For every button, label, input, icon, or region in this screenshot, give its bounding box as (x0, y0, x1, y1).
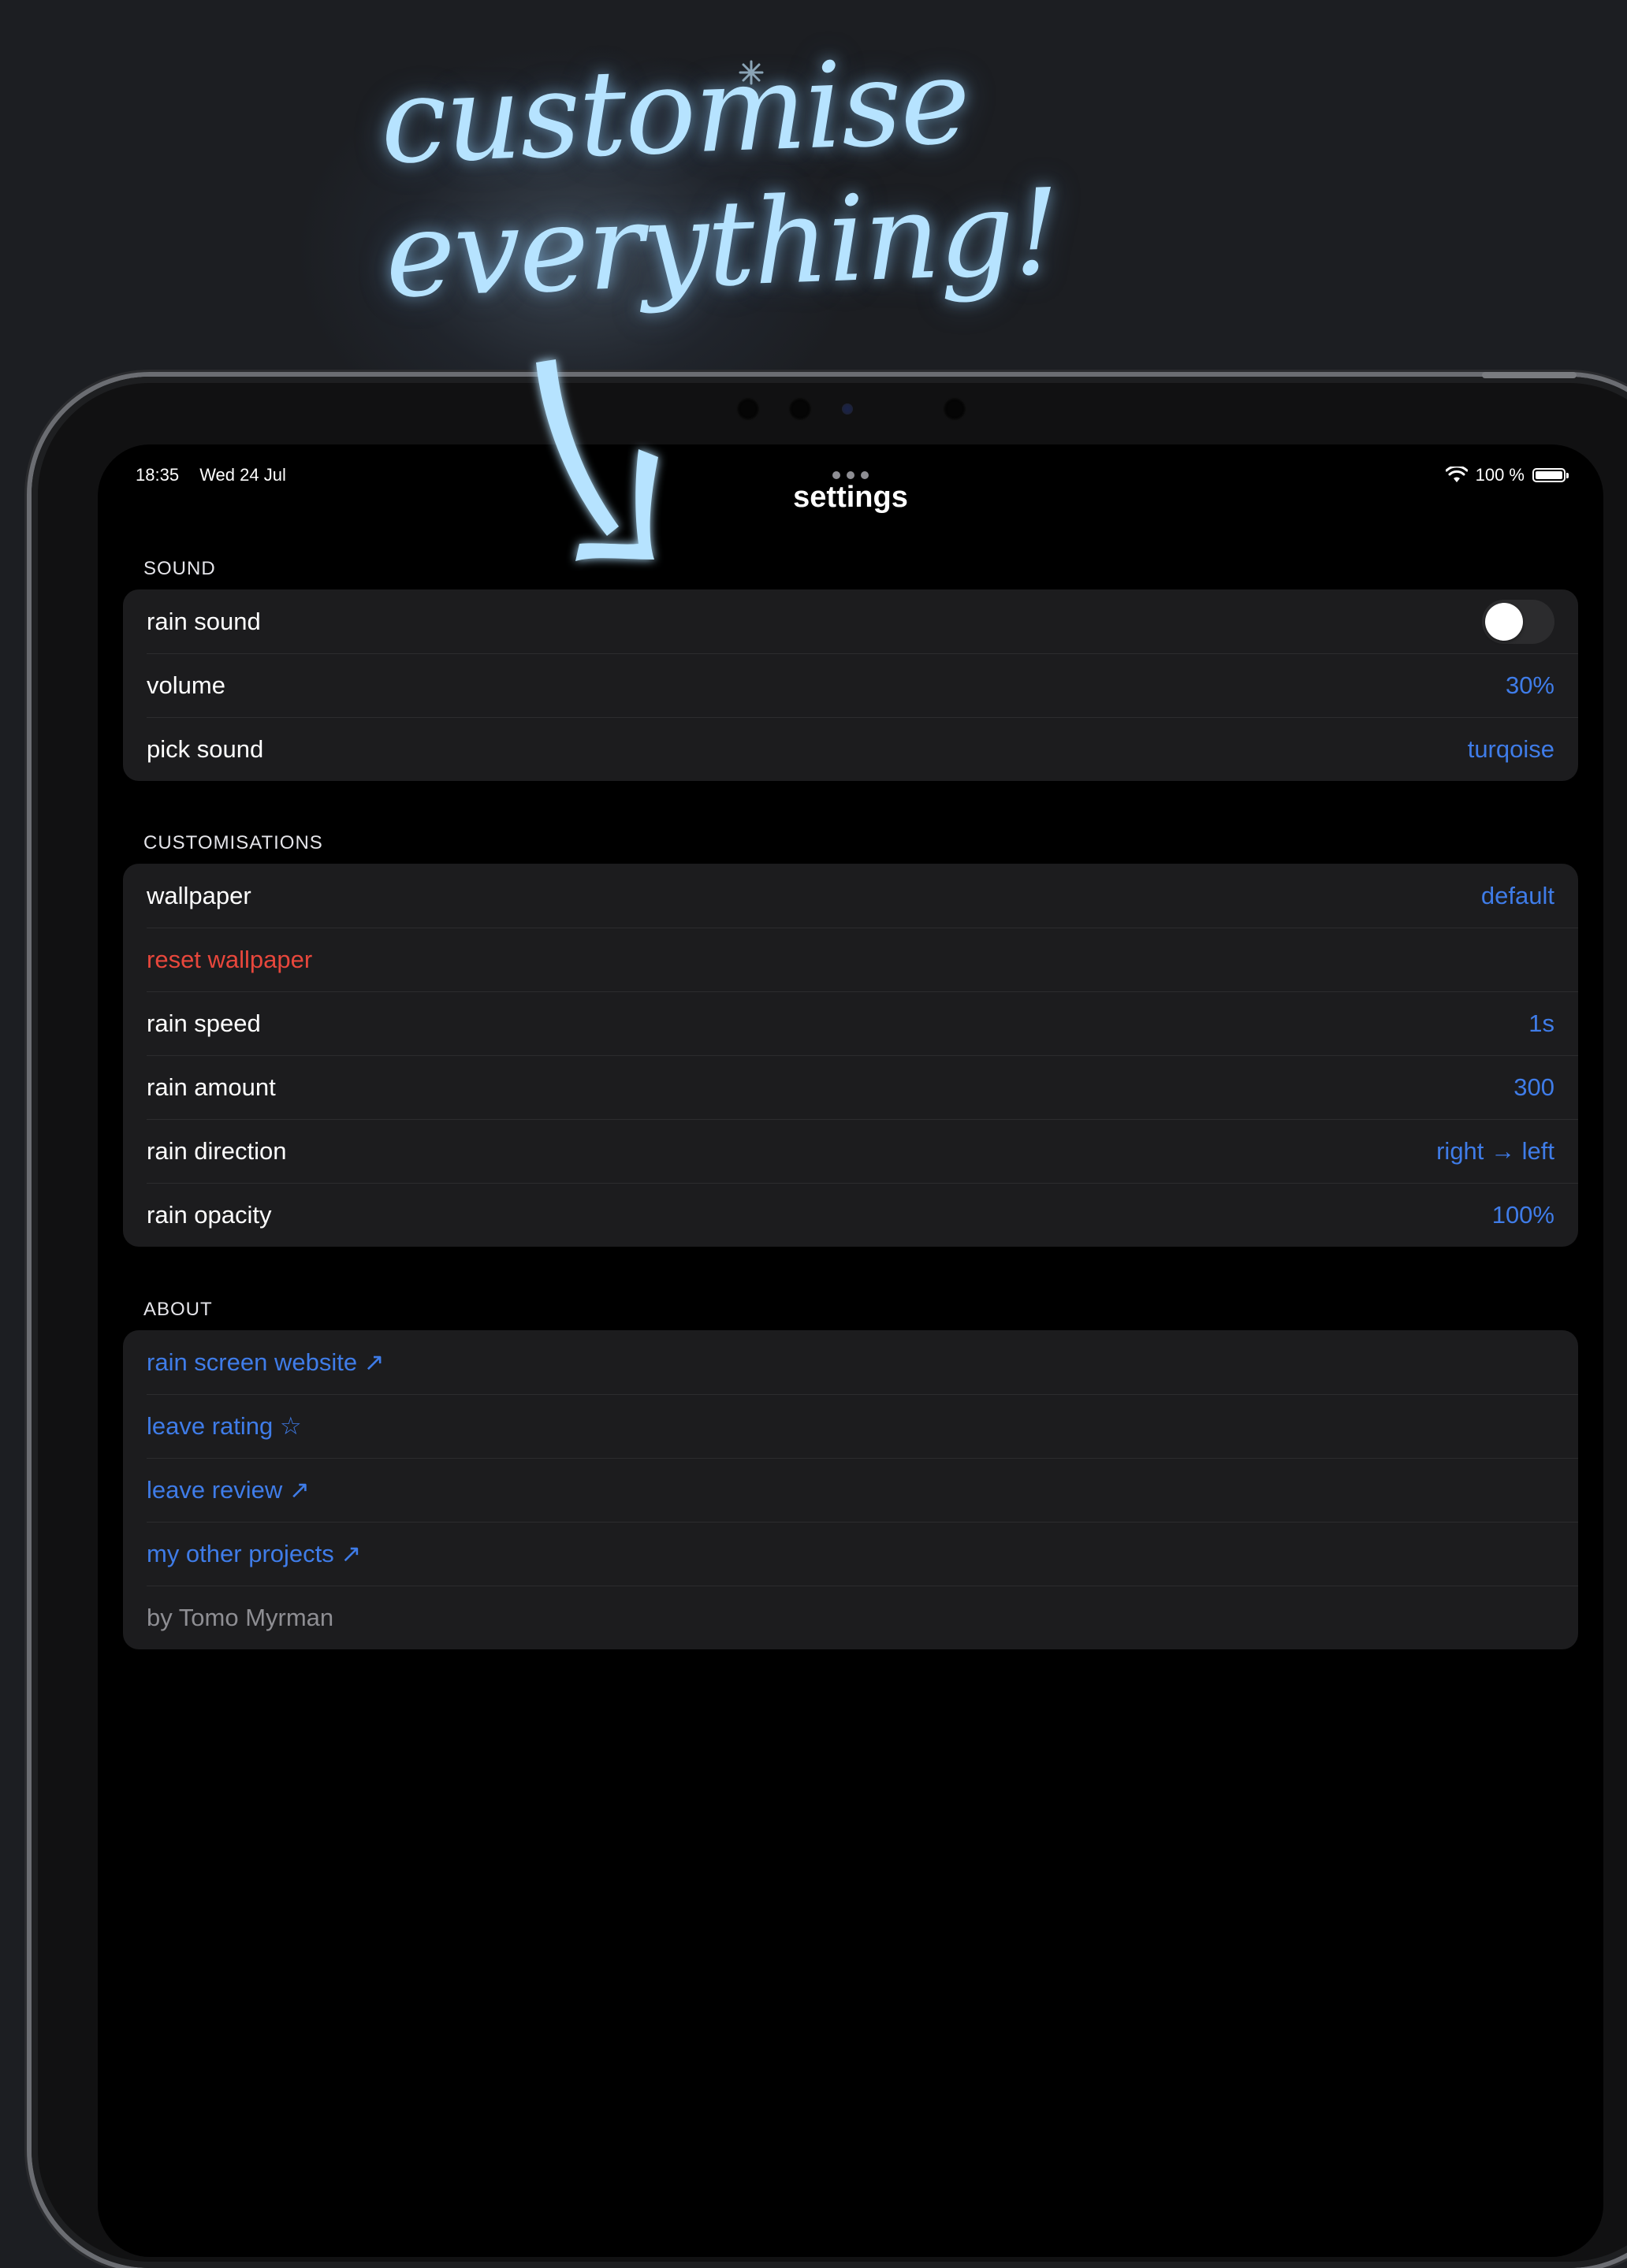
device-top-button (1482, 372, 1577, 378)
customisations-group: wallpaper default reset wallpaper rain s… (123, 864, 1578, 1247)
volume-value[interactable]: 30% (1506, 671, 1554, 700)
volume-row[interactable]: volume 30% (123, 653, 1578, 717)
rain-direction-label: rain direction (147, 1136, 287, 1165)
rain-sound-toggle[interactable] (1482, 599, 1554, 644)
rain-direction-value[interactable]: right → left (1436, 1137, 1554, 1166)
headline-line-2: everything! (382, 164, 1061, 325)
rain-amount-row[interactable]: rain amount 300 (123, 1055, 1578, 1119)
reset-wallpaper-label: reset wallpaper (147, 945, 313, 973)
section-header-sound: SOUND (143, 558, 216, 579)
other-projects-link[interactable]: my other projects ↗ (123, 1522, 1578, 1586)
author-credit: by Tomo Myrman (123, 1586, 1578, 1649)
leave-rating-link[interactable]: leave rating ☆ (123, 1394, 1578, 1458)
rain-speed-row[interactable]: rain speed 1s (123, 991, 1578, 1055)
rain-amount-label: rain amount (147, 1073, 276, 1101)
promo-headline: customise everything! (378, 32, 1061, 325)
wallpaper-value[interactable]: default (1481, 882, 1554, 910)
website-link[interactable]: rain screen website ↗ (123, 1330, 1578, 1394)
app-screen: 18:35 Wed 24 Jul 100 % settings SOUND ra… (98, 444, 1603, 2257)
other-projects-label: my other projects ↗ (147, 1539, 362, 1567)
section-header-customisations: CUSTOMISATIONS (143, 832, 323, 853)
wallpaper-label: wallpaper (147, 881, 251, 909)
reset-wallpaper-button[interactable]: reset wallpaper (123, 928, 1578, 991)
rain-sound-row[interactable]: rain sound (123, 589, 1578, 653)
toggle-knob (1485, 602, 1523, 641)
camera-sensor (943, 397, 966, 421)
pick-sound-value[interactable]: turqoise (1468, 735, 1554, 764)
leave-review-link[interactable]: leave review ↗ (123, 1458, 1578, 1522)
page-title: settings (793, 481, 908, 514)
sound-group: rain sound volume 30% pick sound turqois… (123, 589, 1578, 781)
rain-opacity-row[interactable]: rain opacity 100% (123, 1183, 1578, 1247)
sparkle-icon (739, 60, 764, 85)
author-credit-label: by Tomo Myrman (147, 1603, 334, 1631)
camera-lens (842, 403, 853, 415)
leave-review-label: leave review ↗ (147, 1475, 310, 1504)
rain-opacity-label: rain opacity (147, 1200, 272, 1229)
website-link-label: rain screen website ↗ (147, 1348, 385, 1376)
multitasking-dots-icon[interactable] (832, 471, 869, 479)
rain-speed-label: rain speed (147, 1009, 261, 1037)
section-header-about: ABOUT (143, 1299, 213, 1320)
rain-speed-value[interactable]: 1s (1528, 1009, 1554, 1038)
wallpaper-row[interactable]: wallpaper default (123, 864, 1578, 928)
about-group: rain screen website ↗ leave rating ☆ lea… (123, 1330, 1578, 1649)
rain-sound-label: rain sound (147, 607, 261, 635)
rain-direction-row[interactable]: rain direction right → left (123, 1119, 1578, 1183)
pick-sound-row[interactable]: pick sound turqoise (123, 717, 1578, 781)
rain-amount-value[interactable]: 300 (1513, 1073, 1554, 1102)
camera-sensor (736, 397, 760, 421)
camera-sensor (788, 397, 812, 421)
pick-sound-label: pick sound (147, 734, 264, 763)
rain-opacity-value[interactable]: 100% (1492, 1201, 1554, 1229)
volume-label: volume (147, 671, 225, 699)
arrow-down-right-icon (536, 359, 658, 561)
leave-rating-label: leave rating ☆ (147, 1411, 302, 1440)
headline-line-1: customise (378, 32, 971, 191)
